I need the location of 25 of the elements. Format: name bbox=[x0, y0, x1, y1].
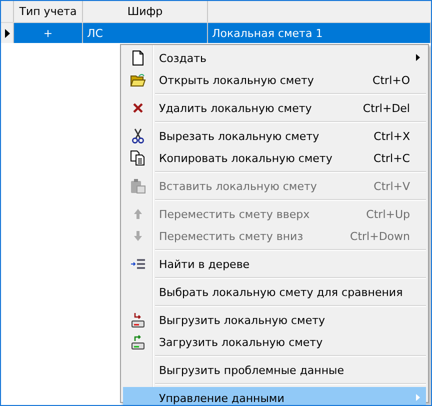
menu-item[interactable]: Вырезать локальную смету Ctrl+X bbox=[123, 125, 426, 147]
page-icon bbox=[130, 50, 146, 66]
menu-item[interactable]: Выгрузить проблемные данные bbox=[123, 359, 426, 381]
table-cell: + bbox=[43, 26, 53, 40]
menu-item[interactable]: Найти в дереве bbox=[123, 253, 426, 275]
column-header[interactable]: Тип учета bbox=[14, 1, 83, 22]
menu-item[interactable]: Удалить локальную смету Ctrl+Del bbox=[123, 97, 426, 119]
menu-item[interactable]: Создать bbox=[123, 47, 426, 69]
drive-arrow-icon bbox=[130, 334, 146, 350]
menu-item[interactable]: Копировать локальную смету Ctrl+C bbox=[123, 147, 426, 169]
copy-icon bbox=[130, 150, 146, 166]
menu-item[interactable]: Открыть локальную смету Ctrl+O bbox=[123, 69, 426, 91]
scissors-icon bbox=[130, 128, 146, 144]
clipboard-icon bbox=[130, 178, 146, 194]
table-cell: Локальная смета 1 bbox=[212, 26, 323, 40]
arrow-lines-icon bbox=[130, 256, 146, 272]
drive-arrow-icon bbox=[130, 312, 146, 328]
column-header[interactable]: Шифр bbox=[83, 1, 208, 22]
table-cell: ЛС bbox=[87, 26, 103, 40]
menu-item[interactable]: Выбрать локальную смету для сравнения bbox=[123, 281, 426, 303]
folder-icon bbox=[130, 72, 146, 88]
menu-item[interactable]: Выгрузить локальную смету bbox=[123, 309, 426, 331]
menu-item[interactable]: Управление данными bbox=[123, 387, 426, 405]
menu-item[interactable]: Загрузить локальную смету bbox=[123, 331, 426, 353]
row-pointer-icon bbox=[4, 28, 10, 38]
